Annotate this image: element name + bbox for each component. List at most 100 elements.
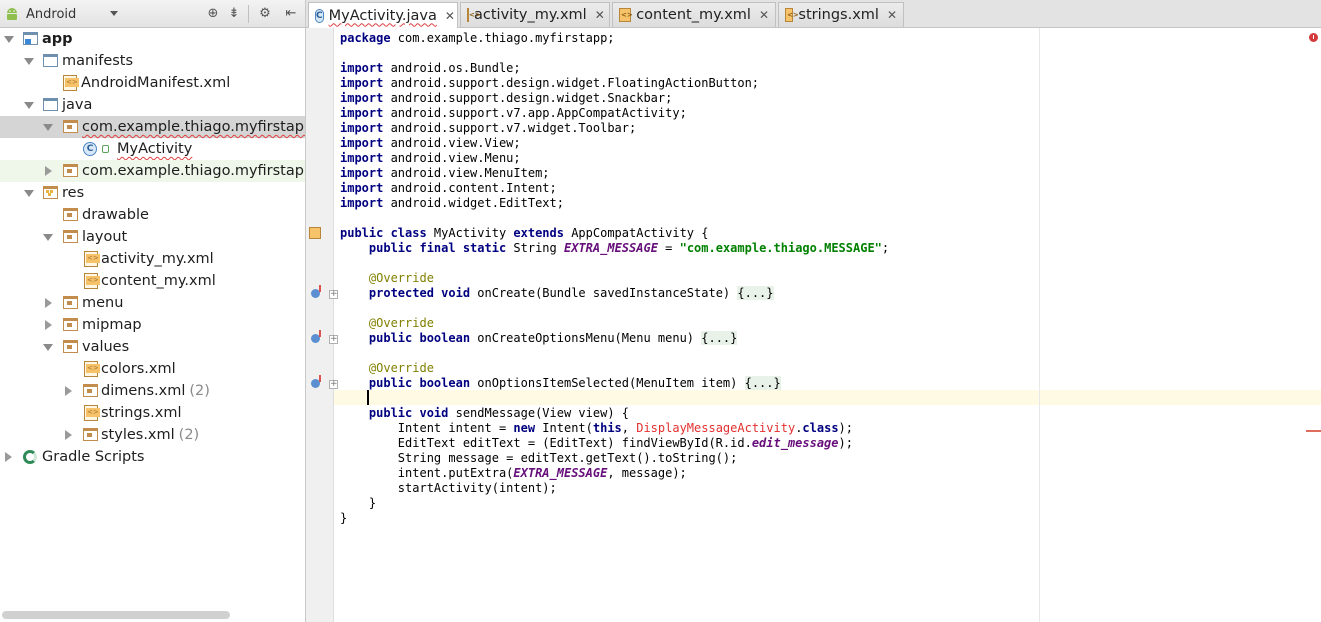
error-indicator-icon[interactable]: [1309, 33, 1318, 42]
expanded-arrow-icon[interactable]: [24, 102, 34, 109]
tab-strings-xml[interactable]: strings.xml ✕: [778, 2, 904, 27]
tree-item-package-test[interactable]: com.example.thiago.myfirstapp: [0, 160, 305, 182]
collapsed-arrow-icon[interactable]: [65, 386, 72, 396]
text-caret: [367, 390, 369, 405]
tab-label: strings.xml: [798, 7, 879, 23]
tree-item-content-my-xml[interactable]: content_my.xml: [0, 270, 305, 292]
collapsed-arrow-icon[interactable]: [65, 430, 72, 440]
project-panel-toolbar: Android ⊕ ⇟ ⚙ ⇤: [0, 0, 305, 28]
folder-icon: [63, 318, 78, 331]
gear-icon[interactable]: ⚙: [256, 5, 274, 23]
code-line: }: [340, 511, 348, 525]
expanded-arrow-icon[interactable]: [43, 344, 53, 351]
code-line: }: [368, 496, 377, 510]
expanded-arrow-icon[interactable]: [43, 124, 53, 131]
expanded-arrow-icon[interactable]: [43, 234, 53, 241]
close-icon[interactable]: ✕: [445, 9, 455, 23]
folder-icon: [63, 340, 78, 353]
tree-item-activity-my-xml[interactable]: activity_my.xml: [0, 248, 305, 270]
fold-expand-icon[interactable]: +: [329, 380, 338, 389]
tree-item-dimens-xml[interactable]: dimens.xml (2): [0, 380, 305, 402]
collapsed-arrow-icon[interactable]: [45, 320, 52, 330]
tab-activity-my-xml[interactable]: activity_my.xml ✕: [460, 2, 610, 27]
folder-icon: [63, 208, 78, 221]
code-line: import android.support.v7.app.AppCompatA…: [340, 106, 687, 120]
collapse-all-icon[interactable]: ⇟: [225, 5, 243, 23]
tree-item-label: drawable: [82, 207, 149, 223]
close-icon[interactable]: ✕: [759, 8, 769, 22]
project-panel: Android ⊕ ⇟ ⚙ ⇤ app manifests AndroidMan…: [0, 0, 306, 622]
tab-label: MyActivity.java: [328, 7, 437, 24]
code-line: startActivity(intent);: [397, 481, 557, 495]
tree-item-layout[interactable]: layout: [0, 226, 305, 248]
class-icon: C: [315, 8, 324, 23]
tree-item-package-main[interactable]: com.example.thiago.myfirstapp: [0, 116, 305, 138]
code-line: import android.view.Menu;: [340, 151, 521, 165]
folded-code-block[interactable]: {...}: [744, 376, 781, 390]
folder-icon: [83, 428, 98, 441]
package-icon: [63, 164, 78, 177]
code-line: intent.putExtra(EXTRA_MESSAGE, message);: [397, 466, 687, 480]
tree-item-app[interactable]: app: [0, 28, 305, 50]
tree-item-mipmap[interactable]: mipmap: [0, 314, 305, 336]
fold-expand-icon[interactable]: +: [329, 335, 338, 344]
editor-gutter[interactable]: [306, 28, 334, 622]
collapsed-arrow-icon[interactable]: [45, 298, 52, 308]
code-line: import android.content.Intent;: [340, 181, 557, 195]
tree-item-androidmanifest[interactable]: AndroidManifest.xml: [0, 72, 305, 94]
gradle-icon: [23, 450, 37, 464]
tree-item-gradle-scripts[interactable]: Gradle Scripts: [0, 446, 305, 468]
override-marker-icon[interactable]: [311, 330, 321, 343]
tree-item-label: menu: [82, 295, 124, 311]
chevron-down-icon: [110, 11, 118, 16]
folder-icon: [63, 230, 78, 243]
error-stripe-mark[interactable]: [1306, 430, 1321, 432]
fold-expand-icon[interactable]: +: [329, 290, 338, 299]
expanded-arrow-icon[interactable]: [4, 36, 14, 43]
folded-code-block[interactable]: {...}: [701, 331, 738, 345]
override-marker-icon[interactable]: [311, 285, 321, 298]
tree-item-label: Gradle Scripts: [42, 449, 145, 465]
close-icon[interactable]: ✕: [887, 8, 897, 22]
code-line: package com.example.thiago.myfirstapp;: [340, 31, 615, 45]
code-line: @Override: [368, 271, 434, 285]
tree-item-label: res: [62, 185, 85, 201]
scroll-from-source-icon[interactable]: ⊕: [204, 5, 222, 23]
folded-code-block[interactable]: {...}: [737, 286, 774, 300]
code-line: import android.support.v7.widget.Toolbar…: [340, 121, 637, 135]
tree-item-drawable[interactable]: drawable: [0, 204, 305, 226]
horizontal-scrollbar[interactable]: [2, 611, 230, 619]
tree-item-manifests[interactable]: manifests: [0, 50, 305, 72]
code-line: import android.support.design.widget.Flo…: [340, 76, 760, 90]
tree-item-res[interactable]: res: [0, 182, 305, 204]
tree-item-label: com.example.thiago.myfirstapp: [82, 163, 306, 179]
tab-content-my-xml[interactable]: content_my.xml ✕: [612, 2, 776, 27]
project-view-label: Android: [26, 6, 77, 22]
tree-item-java[interactable]: java: [0, 94, 305, 116]
tree-item-menu[interactable]: menu: [0, 292, 305, 314]
override-marker-icon[interactable]: [311, 375, 321, 388]
tree-item-label: colors.xml: [101, 361, 176, 377]
tree-item-values[interactable]: values: [0, 336, 305, 358]
code-editor[interactable]: + + + package com.example.thiago.myfirst…: [306, 28, 1321, 622]
tree-item-strings-xml[interactable]: strings.xml: [0, 402, 305, 424]
implementation-marker-icon[interactable]: [309, 227, 321, 239]
hide-panel-icon[interactable]: ⇤: [282, 5, 300, 23]
collapsed-arrow-icon[interactable]: [45, 166, 52, 176]
code-line: public boolean onCreateOptionsMenu(Menu …: [368, 331, 738, 345]
tree-item-styles-xml[interactable]: styles.xml (2): [0, 424, 305, 446]
tree-item-label: AndroidManifest.xml: [81, 75, 231, 91]
tree-item-myactivity[interactable]: C MyActivity: [0, 138, 305, 160]
expanded-arrow-icon[interactable]: [24, 190, 34, 197]
folder-icon: [63, 296, 78, 309]
tree-item-colors-xml[interactable]: colors.xml: [0, 358, 305, 380]
project-view-selector[interactable]: Android: [4, 3, 122, 25]
tab-myactivity-java[interactable]: C MyActivity.java ✕: [308, 2, 458, 28]
xml-file-icon: [84, 273, 100, 289]
code-line: @Override: [368, 361, 434, 375]
folder-icon: [43, 98, 58, 111]
code-content[interactable]: package com.example.thiago.myfirstapp; i…: [340, 31, 889, 525]
collapsed-arrow-icon[interactable]: [5, 452, 12, 462]
close-icon[interactable]: ✕: [595, 8, 605, 22]
expanded-arrow-icon[interactable]: [24, 58, 34, 65]
